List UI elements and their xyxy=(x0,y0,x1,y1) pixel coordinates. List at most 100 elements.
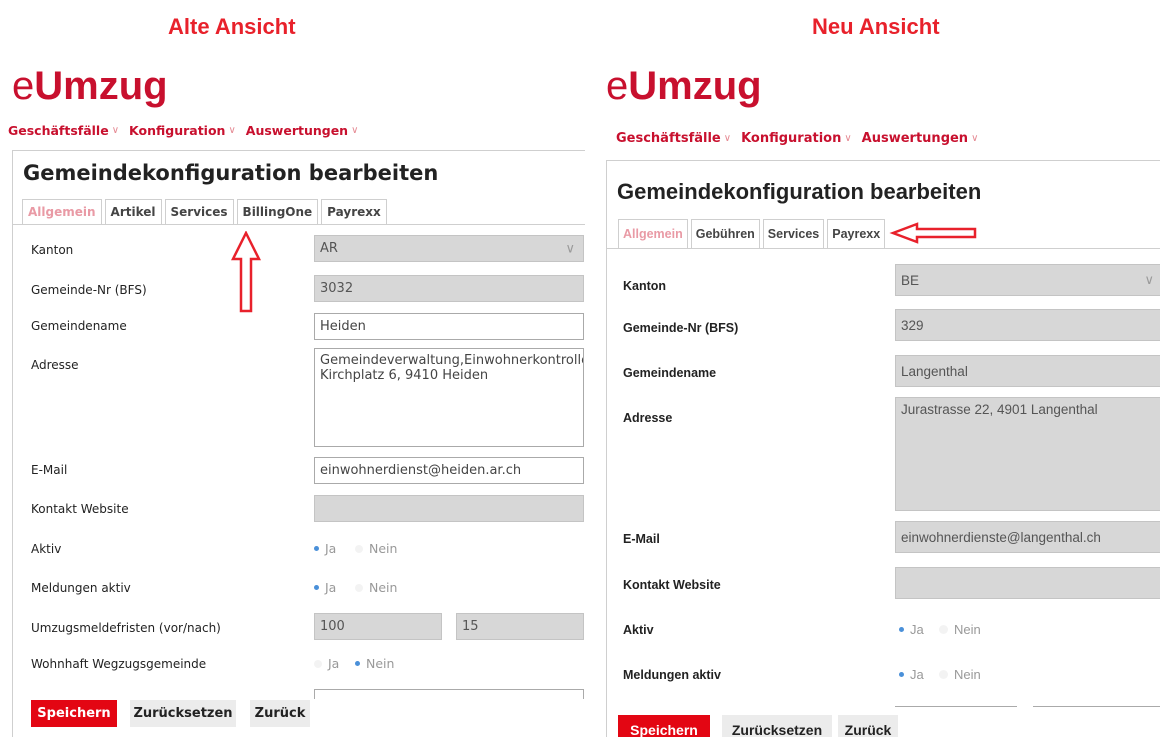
next-field-partial[interactable] xyxy=(314,689,584,699)
label-bfs: Gemeinde-Nr (BFS) xyxy=(623,321,739,335)
meldungen-radio-nein[interactable]: Nein xyxy=(355,580,397,595)
tab-allgemein[interactable]: Allgemein xyxy=(618,219,688,249)
radio-selected-icon xyxy=(314,585,319,590)
tab-payrexx[interactable]: Payrexx xyxy=(321,199,387,225)
save-button[interactable]: Speichern xyxy=(31,700,117,727)
save-button[interactable]: Speichern xyxy=(618,715,710,737)
kontakt-website-field[interactable] xyxy=(314,495,584,522)
label-gemeindename: Gemeindename xyxy=(31,319,127,333)
bfs-field[interactable]: 329 xyxy=(895,309,1160,341)
kontakt-website-field[interactable] xyxy=(895,567,1160,599)
frist-nach-field[interactable]: 15 xyxy=(456,613,584,640)
page-title: Gemeindekonfiguration bearbeiten xyxy=(617,179,982,204)
chevron-down-icon: ∨ xyxy=(351,125,359,136)
chevron-down-icon: ∨ xyxy=(971,133,979,144)
old-view-panel: eUmzug Geschäftsfälle ∨ Konfiguration ∨ Au… xyxy=(0,60,585,737)
meldungen-radio-nein[interactable]: Nein xyxy=(939,667,981,682)
wohnhaft-radio-ja[interactable]: Ja xyxy=(314,656,339,671)
config-form-card: Gemeindekonfiguration bearbeiten Allgeme… xyxy=(606,160,1160,737)
tab-payrexx[interactable]: Payrexx xyxy=(827,219,886,249)
radio-selected-icon xyxy=(355,661,360,666)
tab-services[interactable]: Services xyxy=(164,199,234,225)
tab-bar: Allgemein Artikel Services BillingOne Pa… xyxy=(22,199,387,225)
kanton-select[interactable]: BE ∨ xyxy=(895,264,1160,296)
tab-gebuehren[interactable]: Gebühren xyxy=(690,219,760,249)
back-button[interactable]: Zurück xyxy=(838,715,898,737)
label-umzugsmeldefristen: Umzugsmeldefristen (vor/nach) xyxy=(31,621,221,635)
app-logo[interactable]: eUmzug xyxy=(606,64,762,109)
radio-unselected-icon xyxy=(355,583,363,592)
main-menu: Geschäftsfälle ∨ Konfiguration ∨ Auswertun… xyxy=(8,123,358,138)
menu-item-konfiguration[interactable]: Konfiguration ∨ xyxy=(129,123,236,138)
aktiv-radio-nein[interactable]: Nein xyxy=(355,541,397,556)
label-email: E-Mail xyxy=(623,532,660,546)
chevron-down-icon: ∨ xyxy=(111,125,120,136)
label-kontakt-website: Kontakt Website xyxy=(623,578,721,592)
reset-button[interactable]: Zurücksetzen xyxy=(130,700,236,727)
radio-unselected-icon xyxy=(939,670,948,679)
arrow-up-annotation-icon xyxy=(231,231,261,313)
label-gemeindename: Gemeindename xyxy=(623,366,717,380)
chevron-down-icon: ∨ xyxy=(565,241,575,256)
chevron-down-icon: ∨ xyxy=(844,133,852,144)
menu-item-geschaeftsfaelle[interactable]: Geschäftsfälle ∨ xyxy=(8,123,119,138)
tab-billingone[interactable]: BillingOne xyxy=(236,199,319,225)
label-email: E-Mail xyxy=(31,463,68,477)
email-field[interactable]: einwohnerdienste@langenthal.ch xyxy=(895,521,1160,553)
aktiv-radio-nein[interactable]: Nein xyxy=(939,622,981,637)
label-aktiv: Aktiv xyxy=(623,623,654,637)
radio-selected-icon xyxy=(899,627,904,632)
label-adresse: Adresse xyxy=(31,358,79,372)
chevron-down-icon: ∨ xyxy=(1144,272,1154,287)
menu-item-konfiguration[interactable]: Konfiguration ∨ xyxy=(741,131,852,146)
adresse-textarea[interactable]: Gemeindeverwaltung,Einwohnerkontrolle, K… xyxy=(314,348,584,447)
meldungen-radio-ja[interactable]: Ja xyxy=(899,667,924,682)
label-aktiv: Aktiv xyxy=(31,542,62,556)
aktiv-radio-ja[interactable]: Ja xyxy=(899,622,924,637)
meldungen-radio-ja[interactable]: Ja xyxy=(314,580,336,595)
tab-artikel[interactable]: Artikel xyxy=(104,199,162,225)
chevron-down-icon: ∨ xyxy=(723,133,732,144)
label-kanton: Kanton xyxy=(31,243,74,257)
frist-vor-field[interactable]: 100 xyxy=(314,613,442,640)
adresse-textarea[interactable]: Jurastrasse 22, 4901 Langenthal xyxy=(895,397,1160,511)
next-field-partial[interactable] xyxy=(895,706,1017,707)
new-view-panel: eUmzug Geschäftsfälle ∨ Konfiguration ∨ Au… xyxy=(602,60,1160,737)
tab-services[interactable]: Services xyxy=(762,219,825,249)
label-adresse: Adresse xyxy=(623,411,673,425)
wohnhaft-radio-nein[interactable]: Nein xyxy=(355,656,394,671)
reset-button[interactable]: Zurücksetzen xyxy=(722,715,832,737)
gemeindename-field[interactable]: Langenthal xyxy=(895,355,1160,387)
next-field-partial[interactable] xyxy=(1033,706,1160,707)
menu-item-geschaeftsfaelle[interactable]: Geschäftsfälle ∨ xyxy=(616,131,731,146)
tab-allgemein[interactable]: Allgemein xyxy=(22,199,102,225)
label-wohnhaft-wegzugsgemeinde: Wohnhaft Wegzugsgemeinde xyxy=(31,657,207,671)
kanton-select[interactable]: AR ∨ xyxy=(314,235,584,262)
menu-item-auswertungen[interactable]: Auswertungen ∨ xyxy=(246,123,359,138)
label-meldungen-aktiv: Meldungen aktiv xyxy=(623,668,721,682)
gemeindename-field[interactable]: Heiden xyxy=(314,313,584,340)
label-meldungen-aktiv: Meldungen aktiv xyxy=(31,581,131,595)
app-logo[interactable]: eUmzug xyxy=(12,64,168,109)
radio-selected-icon xyxy=(314,546,319,551)
caption-old-view: Alte Ansicht xyxy=(168,14,296,39)
menu-item-auswertungen[interactable]: Auswertungen ∨ xyxy=(862,131,979,146)
radio-unselected-icon xyxy=(314,659,322,668)
label-kontakt-website: Kontakt Website xyxy=(31,502,129,516)
bfs-field[interactable]: 3032 xyxy=(314,275,584,302)
back-button[interactable]: Zurück xyxy=(250,700,310,727)
arrow-left-annotation-icon xyxy=(889,222,977,244)
label-kanton: Kanton xyxy=(623,279,667,293)
chevron-down-icon: ∨ xyxy=(228,125,236,136)
radio-unselected-icon xyxy=(355,544,363,553)
label-bfs: Gemeinde-Nr (BFS) xyxy=(31,283,147,297)
caption-new-view: Neu Ansicht xyxy=(812,14,940,39)
config-form-card: Gemeindekonfiguration bearbeiten Allgeme… xyxy=(12,150,585,737)
radio-selected-icon xyxy=(899,672,904,677)
aktiv-radio-ja[interactable]: Ja xyxy=(314,541,336,556)
page-title: Gemeindekonfiguration bearbeiten xyxy=(23,161,439,185)
radio-unselected-icon xyxy=(939,625,948,634)
tab-bar: Allgemein Gebühren Services Payrexx xyxy=(618,219,886,249)
email-field[interactable]: einwohnerdienst@heiden.ar.ch xyxy=(314,457,584,484)
main-menu: Geschäftsfälle ∨ Konfiguration ∨ Auswertun… xyxy=(616,131,978,146)
